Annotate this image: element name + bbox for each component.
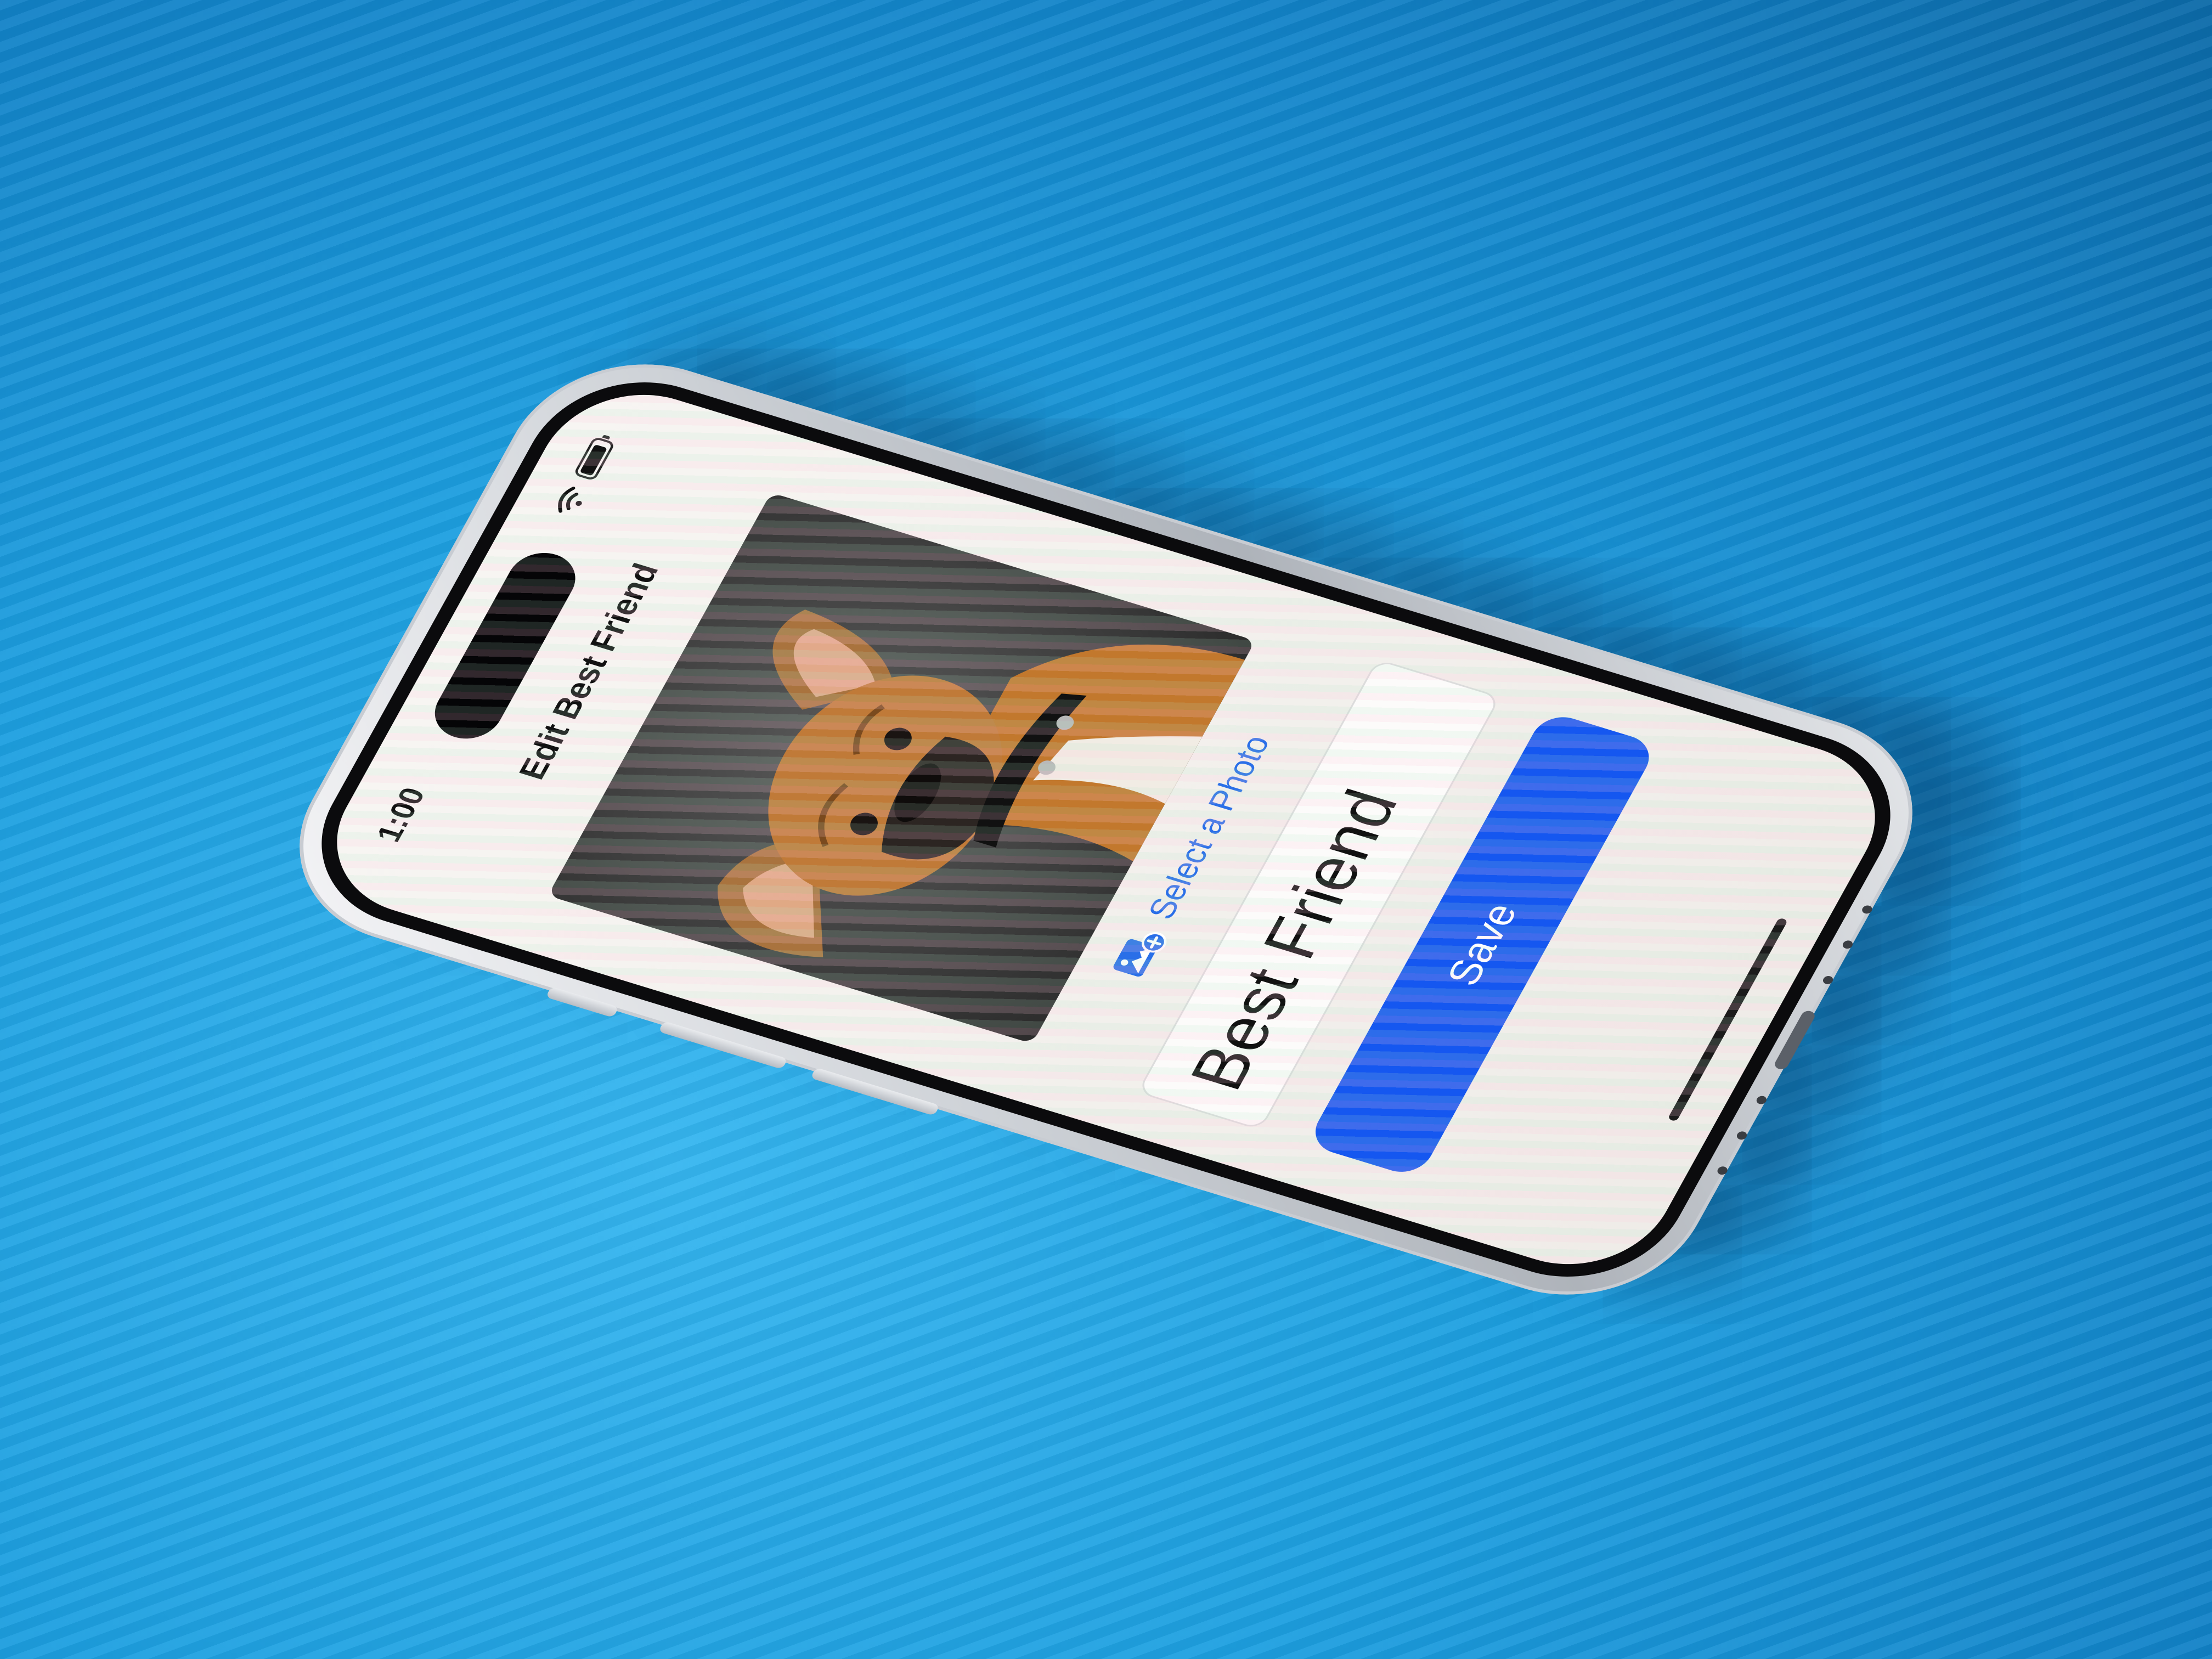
speaker-hole [1716, 1165, 1729, 1176]
status-time: 1:00 [369, 783, 432, 846]
speaker-hole [1860, 904, 1874, 915]
speaker-hole [1735, 1130, 1749, 1141]
iphone-device: 1:00 Edit Best Friend Select a Photo Bes… [256, 334, 1956, 1325]
photo-add-icon [1113, 932, 1167, 977]
speaker-hole [1841, 939, 1854, 950]
wifi-icon [558, 487, 582, 513]
battery-icon [573, 436, 616, 482]
speaker-hole [1754, 1094, 1768, 1105]
action-button [545, 986, 619, 1018]
speaker-hole [1821, 974, 1835, 985]
status-indicators [551, 436, 617, 518]
